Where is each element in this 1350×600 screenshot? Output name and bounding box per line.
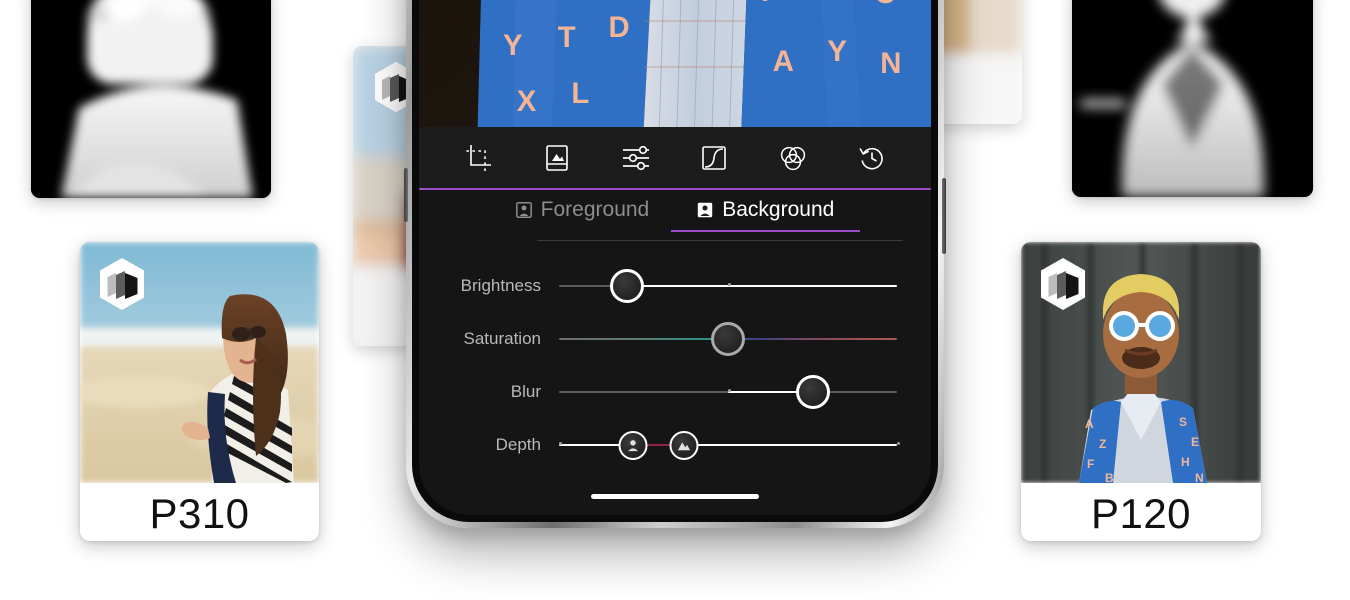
slider-saturation: Saturation — [419, 312, 931, 365]
svg-text:T: T — [558, 21, 576, 54]
track-tick — [728, 388, 731, 392]
depth-map-image — [31, 0, 271, 198]
adjustment-sliders: Brightness Saturation Blur Depth — [419, 241, 931, 471]
slider-handle-far[interactable] — [669, 430, 699, 460]
phone-screen: MFZ XWQ NAK BCV YTD XL PKG HRE SOB FZC A… — [419, 0, 931, 515]
portrait-icon — [698, 202, 713, 218]
editor-toolbar — [419, 127, 931, 190]
svg-text:Y: Y — [827, 35, 847, 68]
slider-handle[interactable] — [795, 374, 830, 409]
svg-text:Z: Z — [1099, 437, 1106, 451]
scene: P310 A Z F B S E H N P120 Y T D X L A Y … — [0, 0, 1350, 600]
slider-track[interactable] — [559, 430, 900, 460]
slider-label: Brightness — [460, 275, 541, 295]
svg-text:X: X — [517, 85, 537, 118]
svg-text:A: A — [1085, 417, 1094, 431]
svg-text:F: F — [761, 0, 779, 8]
list-item[interactable]: AZF B SE HN P120 — [1021, 242, 1261, 541]
slider-handle[interactable] — [609, 268, 644, 303]
layer-tabs: Foreground Background — [419, 189, 931, 241]
slider-blur: Blur — [419, 365, 931, 418]
slider-brightness: Brightness — [419, 259, 931, 312]
card-label: P120 — [1090, 490, 1192, 537]
mask-icon[interactable] — [536, 137, 578, 179]
hexagon-badge-shape — [100, 258, 144, 310]
portrait-icon — [515, 202, 532, 218]
svg-text:F: F — [1087, 457, 1094, 471]
power-button[interactable] — [942, 178, 946, 254]
card-photo: AZF B SE HN — [1021, 242, 1261, 483]
app-logo-hexagon — [1035, 256, 1091, 312]
track-tick-min — [559, 441, 562, 445]
depth-map-right[interactable] — [1072, 0, 1313, 197]
adjust-icon[interactable] — [419, 137, 931, 190]
track-line — [559, 443, 897, 446]
svg-text:H: H — [1181, 455, 1190, 469]
edited-photo-preview[interactable]: MFZ XWQ NAK BCV YTD XL PKG HRE SOB FZC A… — [419, 0, 931, 127]
history-icon[interactable] — [851, 137, 893, 179]
curves-icon[interactable] — [693, 137, 735, 179]
slider-depth: Depth — [419, 418, 931, 471]
hexagon-badge-shape — [1041, 258, 1085, 310]
svg-text:A: A — [773, 45, 794, 78]
svg-text:E: E — [1191, 435, 1199, 449]
person-icon — [628, 439, 639, 451]
slider-handle[interactable] — [711, 321, 745, 356]
color-mix-icon[interactable] — [772, 137, 814, 179]
svg-text:C: C — [874, 0, 895, 10]
svg-text:B: B — [1105, 471, 1114, 483]
depth-map-left[interactable] — [31, 0, 271, 198]
svg-text:L: L — [571, 77, 589, 110]
svg-text:D: D — [609, 11, 630, 44]
slider-track[interactable] — [559, 321, 897, 356]
tab-foreground[interactable]: Foreground — [515, 198, 650, 232]
tab-label: Foreground — [540, 198, 650, 221]
phone-bezel: MFZ XWQ NAK BCV YTD XL PKG HRE SOB FZC A… — [412, 0, 938, 522]
svg-text:S: S — [1179, 415, 1187, 429]
photo-editor-panel: Foreground Background Brightness Saturat… — [419, 127, 931, 515]
home-indicator[interactable] — [591, 494, 759, 499]
mountain-icon — [677, 441, 691, 450]
preview-image: MFZ XWQ NAK BCV YTD XL PKG HRE SOB FZC A… — [419, 0, 931, 127]
svg-text:Y: Y — [503, 29, 523, 62]
list-item[interactable]: P310 — [80, 242, 319, 541]
phone-device: MFZ XWQ NAK BCV YTD XL PKG HRE SOB FZC A… — [404, 0, 946, 528]
crop-icon[interactable] — [457, 137, 499, 179]
slider-handle-near[interactable] — [618, 430, 648, 460]
slider-track[interactable] — [559, 268, 897, 303]
card-label: P310 — [149, 490, 250, 537]
card-photo — [80, 242, 319, 483]
depth-map-image — [1072, 0, 1313, 197]
svg-text:N: N — [1195, 471, 1204, 483]
slider-label: Blur — [510, 381, 541, 401]
slider-label: Depth — [495, 434, 541, 454]
slider-label: Saturation — [463, 328, 542, 348]
track-tick-max — [897, 441, 900, 445]
svg-text:N: N — [880, 47, 901, 80]
volume-button[interactable] — [404, 168, 408, 222]
track-tick — [728, 282, 731, 286]
slider-track[interactable] — [559, 374, 897, 409]
app-logo-hexagon — [94, 256, 150, 312]
tab-background[interactable]: Background — [671, 198, 861, 232]
tab-label: Background — [722, 198, 835, 221]
track-fill — [626, 284, 897, 287]
